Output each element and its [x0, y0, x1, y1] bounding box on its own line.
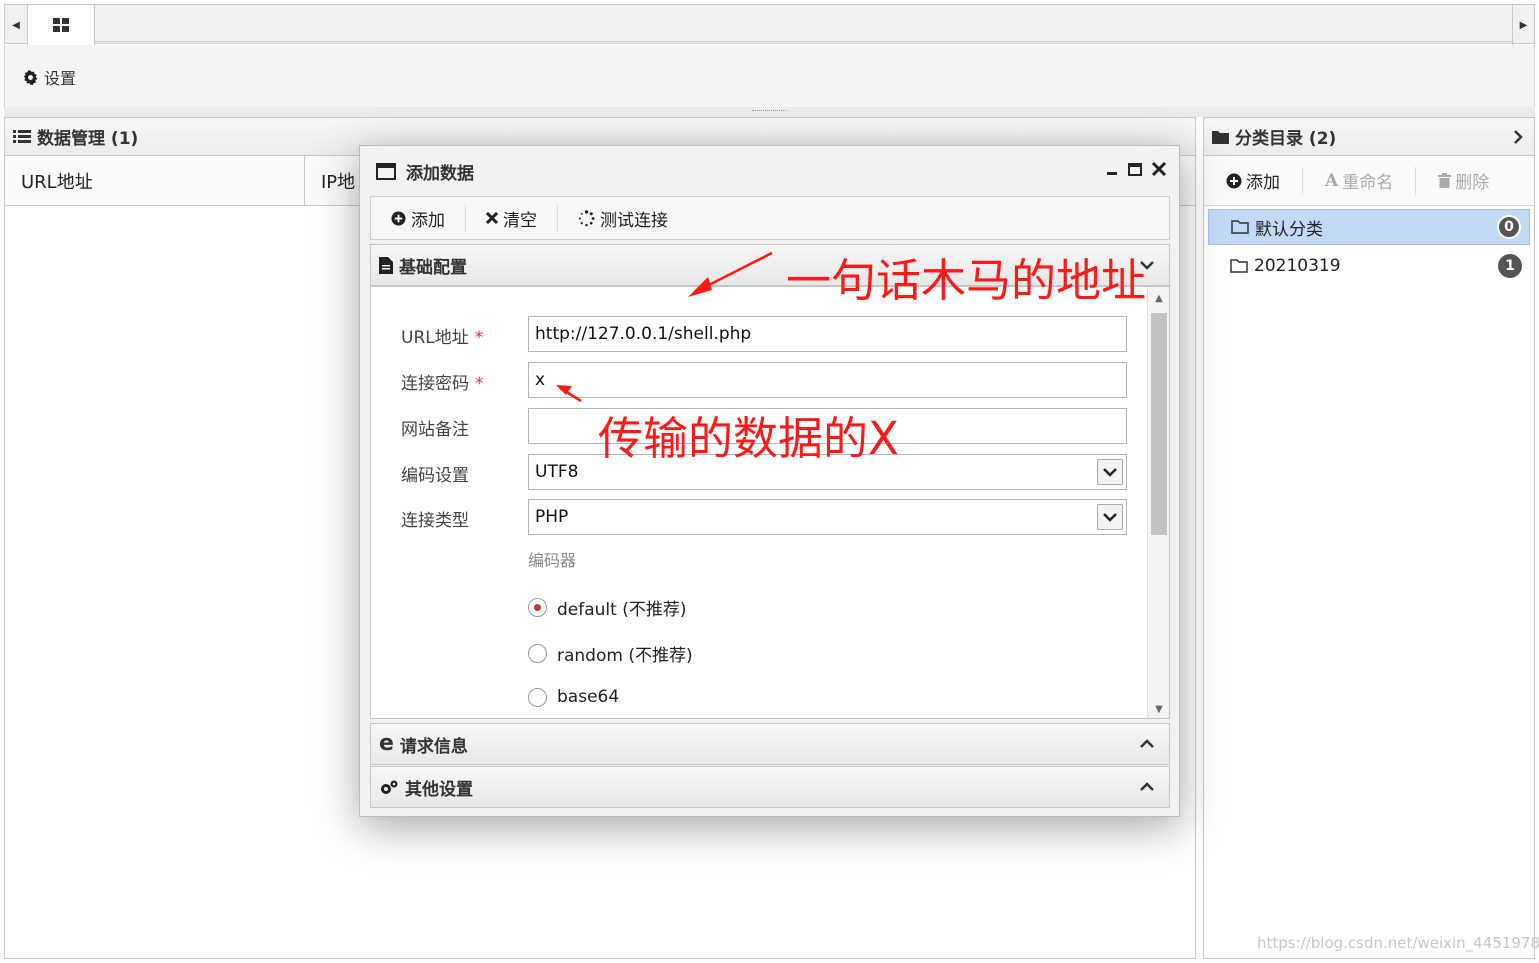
- category-toolbar: 添加 A 重命名 删除: [1204, 156, 1534, 206]
- top-tab-bar: ◀ ▶: [4, 4, 1535, 45]
- section-other-settings[interactable]: 其他设置: [370, 766, 1170, 808]
- font-icon: A: [1325, 170, 1339, 191]
- category-title: 分类目录 (2): [1235, 129, 1337, 149]
- password-input[interactable]: x: [528, 362, 1127, 398]
- dialog-test-connection-button[interactable]: 测试连接: [558, 204, 688, 232]
- annotation-password-note: 传输的数据的X: [598, 412, 899, 465]
- note-label: 网站备注: [401, 420, 469, 440]
- radio-icon[interactable]: [528, 687, 547, 707]
- x-icon: [486, 212, 498, 224]
- count-badge: 1: [1498, 254, 1522, 278]
- radio-icon[interactable]: [528, 644, 547, 663]
- scrollbar-thumb[interactable]: [1151, 313, 1167, 535]
- watermark: https://blog.csdn.net/weixin_44519789: [1257, 934, 1539, 952]
- data-manage-title: 数据管理 (1): [37, 129, 139, 149]
- category-item[interactable]: 默认分类 0: [1208, 209, 1530, 245]
- category-add-button[interactable]: 添加: [1204, 166, 1303, 195]
- category-item[interactable]: 20210319 1: [1208, 248, 1530, 284]
- annotation-url-note: 一句话木马的地址: [786, 254, 1147, 307]
- password-row: 连接密码 * x: [371, 362, 1161, 398]
- scroll-up-icon[interactable]: ▲: [1153, 293, 1165, 304]
- encoder-option[interactable]: default (不推荐): [528, 595, 686, 620]
- scroll-down-icon[interactable]: ▼: [1153, 704, 1165, 715]
- type-row: 连接类型 PHP: [371, 499, 1161, 535]
- dialog-titlebar[interactable]: 添加数据: [360, 146, 1179, 196]
- tab-home[interactable]: [27, 5, 95, 45]
- dialog-add-button[interactable]: 添加: [371, 204, 466, 232]
- count-badge: 0: [1497, 215, 1521, 239]
- gear-icon: [23, 69, 38, 85]
- maximize-icon[interactable]: [1127, 160, 1143, 178]
- section-other-title: 其他设置: [405, 779, 473, 800]
- chevron-up-icon[interactable]: [1139, 736, 1155, 752]
- folder-open-icon: [1230, 259, 1248, 273]
- dialog-clear-button[interactable]: 清空: [466, 204, 558, 232]
- layout-splitter[interactable]: [4, 107, 1535, 117]
- section-basic-title: 基础配置: [399, 257, 467, 278]
- trash-icon: [1438, 173, 1452, 188]
- type-label: 连接类型: [401, 511, 469, 531]
- dialog-toolbar: 添加 清空 测试连接: [370, 196, 1170, 240]
- list-icon: [13, 130, 31, 143]
- category-panel: 分类目录 (2) 添加 A 重命名 删除 默认分类 0 20210319 1: [1203, 117, 1535, 959]
- folder-open-icon: [1231, 220, 1249, 234]
- radio-checked-icon[interactable]: [528, 598, 547, 617]
- password-label: 连接密码 *: [401, 374, 484, 394]
- chevron-up-icon[interactable]: [1139, 779, 1155, 795]
- splitter-grip[interactable]: [752, 110, 786, 112]
- grid-icon: [53, 18, 69, 32]
- gears-icon: [381, 780, 398, 794]
- scroll-left-icon[interactable]: ◀: [5, 5, 27, 45]
- section-request-title: 请求信息: [399, 736, 468, 757]
- form-scrollbar[interactable]: ▲ ▼: [1147, 287, 1169, 718]
- category-delete-button[interactable]: 删除: [1416, 167, 1511, 195]
- url-label: URL地址 *: [401, 328, 484, 348]
- encoding-label: 编码设置: [401, 466, 469, 486]
- dialog-title: 添加数据: [406, 163, 474, 184]
- section-request-info[interactable]: e 请求信息: [370, 723, 1170, 765]
- encoder-option[interactable]: random (不推荐): [528, 641, 693, 666]
- folder-icon: [1212, 130, 1229, 144]
- basic-config-form: URL地址 * http://127.0.0.1/shell.php 连接密码 * …: [370, 286, 1170, 719]
- minimize-icon[interactable]: [1105, 160, 1119, 178]
- window-icon: [376, 162, 396, 180]
- chevron-down-icon[interactable]: [1097, 504, 1123, 530]
- settings-label: 设置: [44, 69, 77, 88]
- url-input[interactable]: http://127.0.0.1/shell.php: [528, 316, 1127, 352]
- tab-divider: [95, 41, 1512, 42]
- encoder-option[interactable]: base64: [528, 687, 619, 707]
- settings-button[interactable]: 设置: [23, 65, 76, 89]
- edge-icon: e: [379, 731, 394, 756]
- file-icon: [379, 256, 393, 274]
- url-row: URL地址 * http://127.0.0.1/shell.php: [371, 316, 1161, 352]
- plus-circle-icon: [391, 210, 406, 226]
- plus-circle-icon: [1226, 173, 1242, 188]
- scroll-right-icon[interactable]: ▶: [1512, 5, 1534, 45]
- column-url[interactable]: URL地址: [5, 156, 305, 205]
- chevron-right-icon[interactable]: [1512, 129, 1524, 145]
- category-header: 分类目录 (2): [1204, 118, 1534, 156]
- chevron-down-icon[interactable]: [1097, 459, 1123, 485]
- encoder-label: 编码器: [528, 551, 577, 570]
- spinner-icon: [578, 209, 595, 226]
- type-select[interactable]: PHP: [528, 499, 1127, 535]
- close-icon[interactable]: [1151, 160, 1167, 178]
- settings-toolbar: 设置: [4, 45, 1535, 107]
- category-rename-button[interactable]: A 重命名: [1303, 166, 1417, 195]
